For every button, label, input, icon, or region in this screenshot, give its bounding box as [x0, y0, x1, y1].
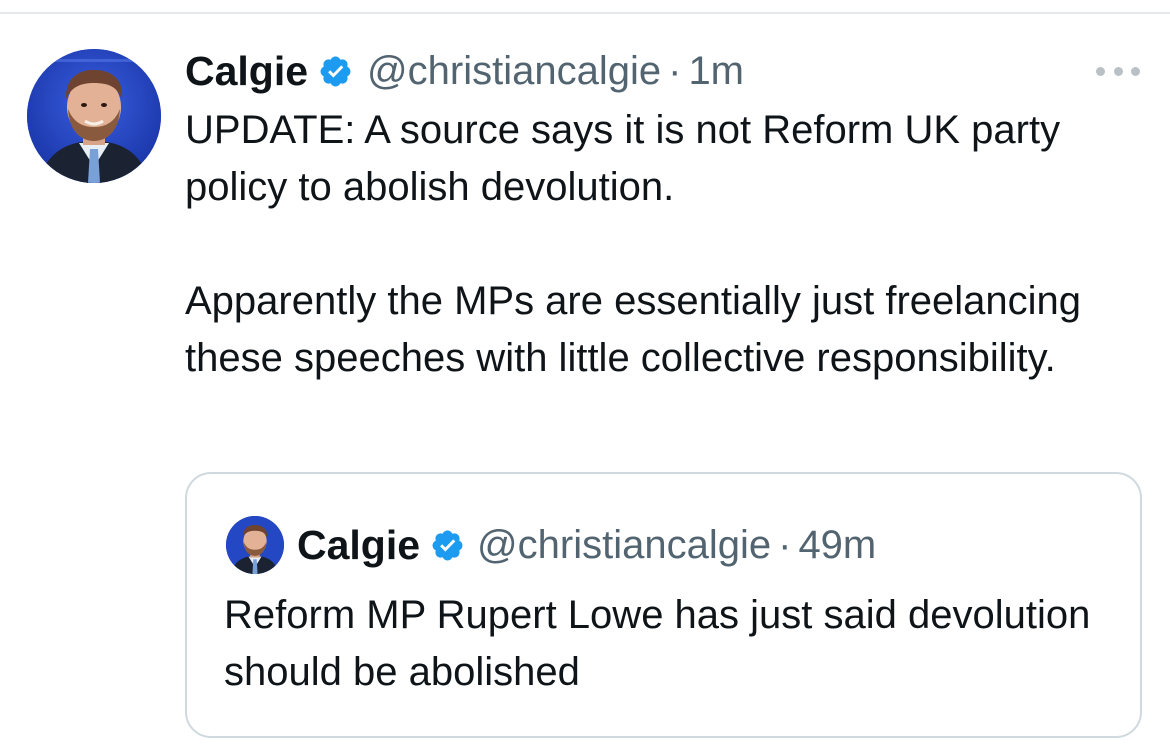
quoted-tweet[interactable]: Calgie @christiancalgie · 49m Reform MP … — [185, 472, 1142, 738]
tweet-paragraph: Apparently the MPs are essentially just … — [185, 279, 1082, 380]
verified-badge-icon[interactable] — [318, 54, 353, 89]
tweet-header: Calgie @christiancalgie · 1m — [185, 42, 744, 100]
avatar[interactable] — [27, 49, 161, 183]
quoted-tweet-text: Reform MP Rupert Lowe has just said devo… — [224, 593, 1091, 694]
top-divider — [0, 12, 1170, 14]
timestamp[interactable]: 1m — [688, 49, 744, 94]
quoted-avatar[interactable] — [226, 516, 284, 574]
separator-dot: · — [778, 522, 792, 567]
separator-dot: · — [668, 48, 682, 93]
quoted-author-name[interactable]: Calgie — [297, 522, 420, 569]
tweet-paragraph: UPDATE: A source says it is not Reform U… — [185, 108, 1061, 209]
quoted-avatar-image — [226, 516, 284, 574]
more-dot — [1096, 66, 1105, 76]
quoted-author-handle[interactable]: @christiancalgie — [477, 523, 771, 568]
more-options-icon[interactable] — [1096, 64, 1140, 78]
quoted-timestamp[interactable]: 49m — [798, 523, 876, 568]
verified-badge-icon[interactable] — [430, 528, 465, 563]
tweet-text: UPDATE: A source says it is not Reform U… — [185, 102, 1155, 387]
avatar-image — [27, 49, 161, 183]
author-name[interactable]: Calgie — [185, 48, 308, 95]
author-handle[interactable]: @christiancalgie — [367, 49, 661, 94]
more-dot — [1113, 66, 1123, 76]
more-dot — [1131, 66, 1140, 76]
quoted-tweet-header: Calgie @christiancalgie · 49m — [297, 516, 876, 574]
